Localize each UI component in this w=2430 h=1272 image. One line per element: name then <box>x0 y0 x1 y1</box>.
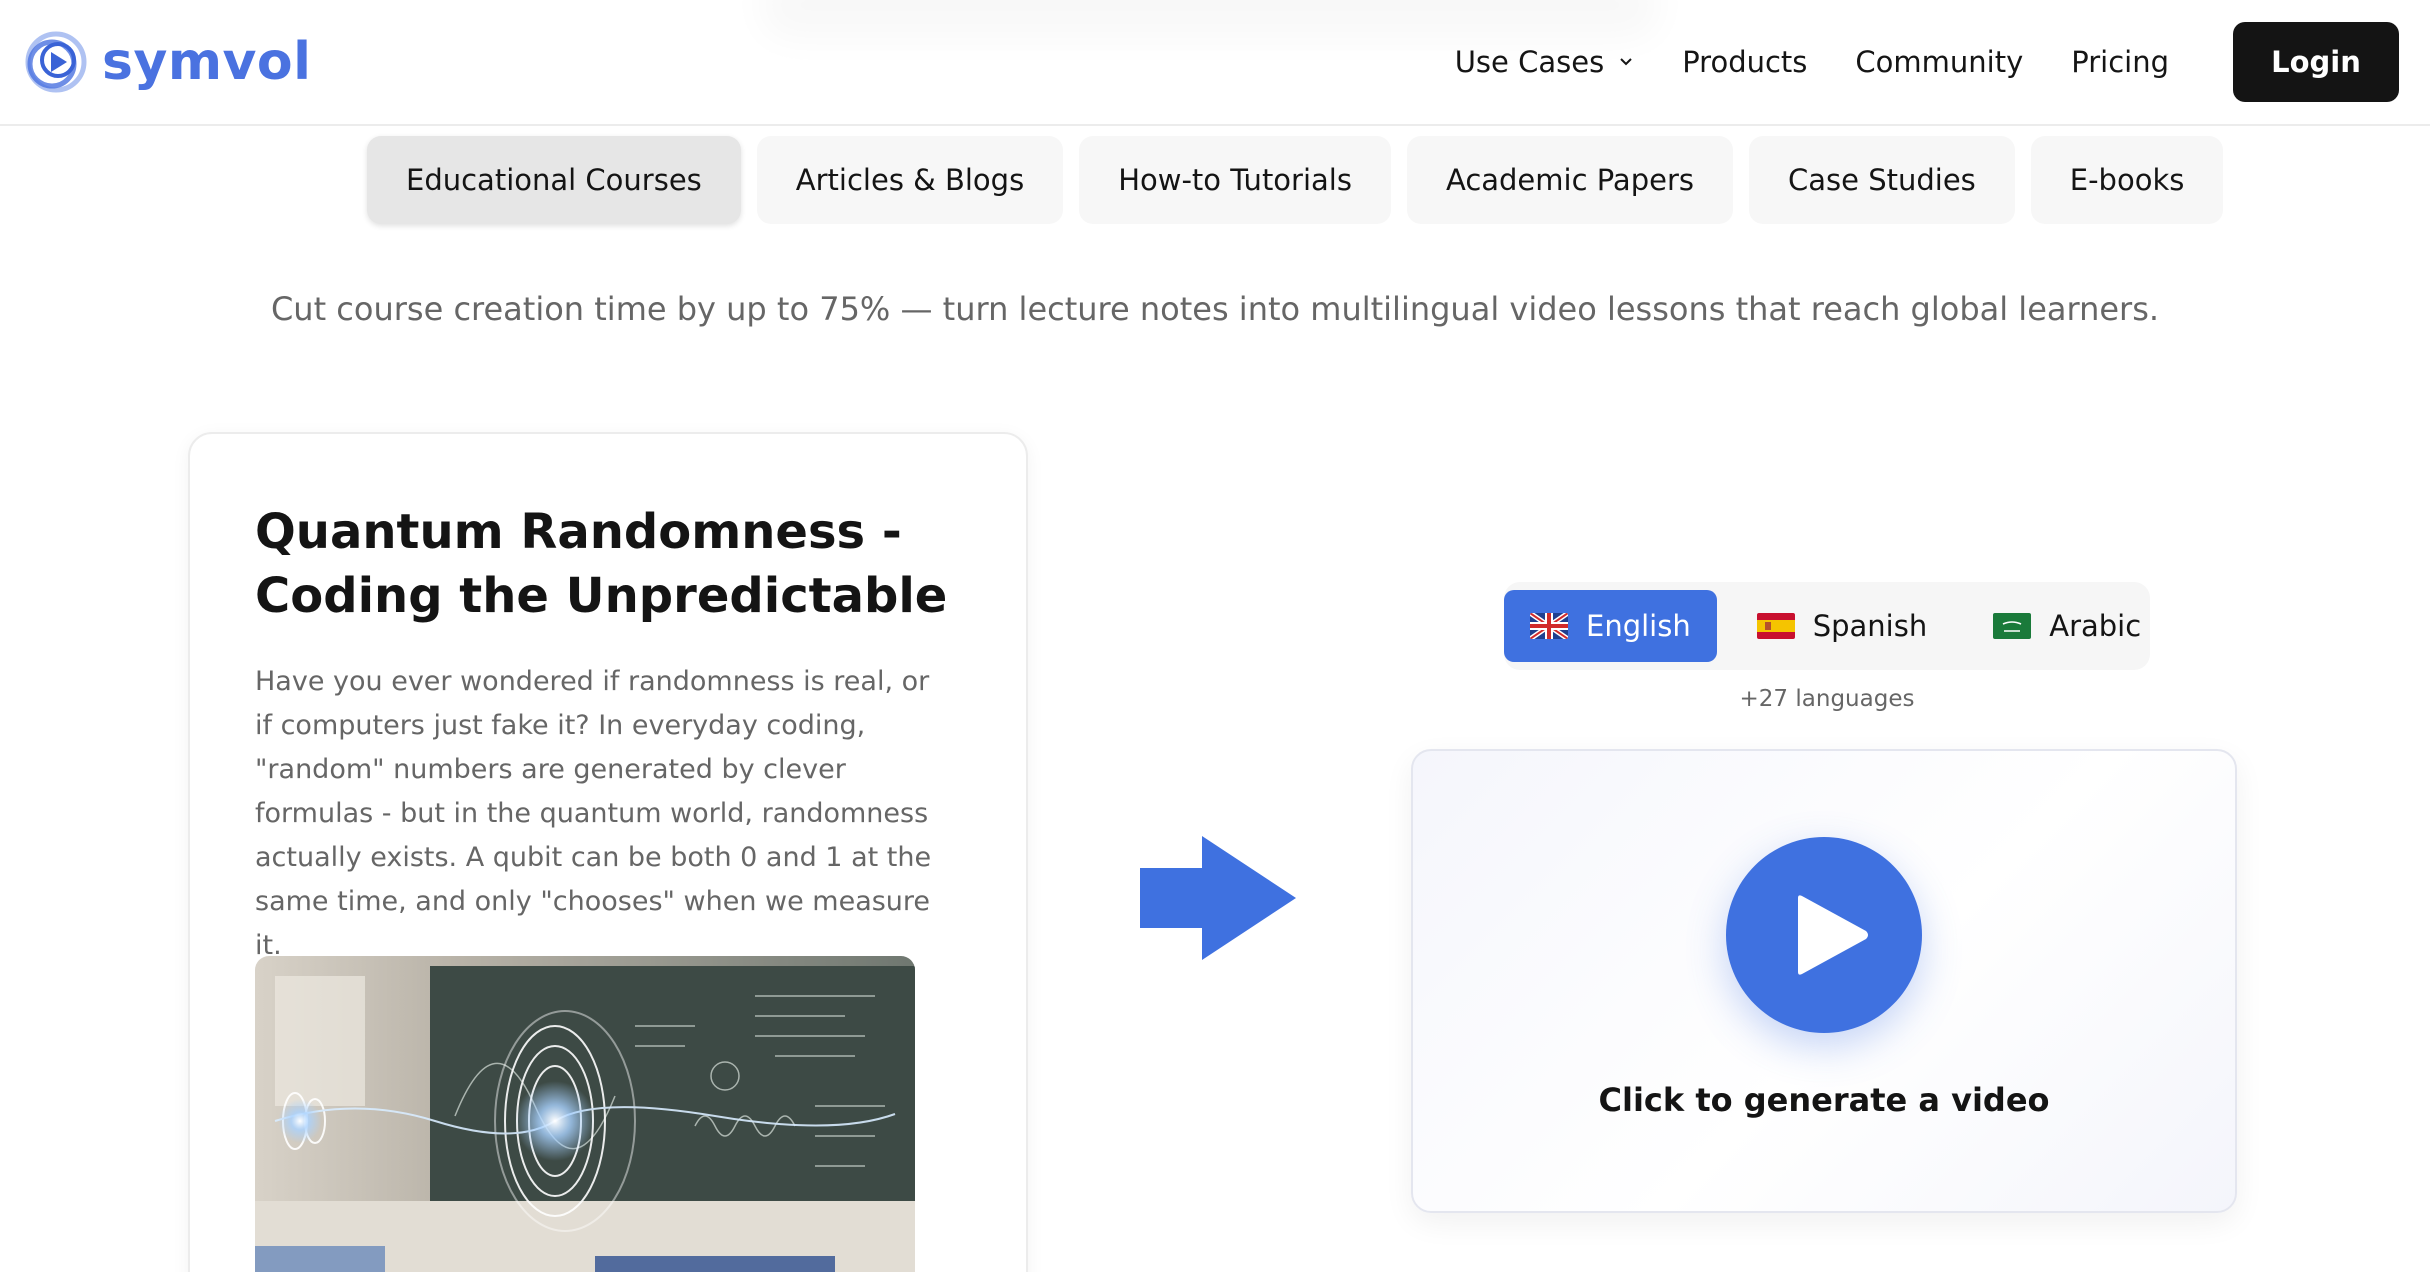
language-option-spanish[interactable]: Spanish <box>1731 590 1954 662</box>
uk-flag-icon <box>1530 613 1568 639</box>
article-title: Quantum Randomness - Coding the Unpredic… <box>255 504 948 624</box>
site-header: symvol Use Cases Products Community Pric… <box>0 0 2430 126</box>
language-label-arabic: Arabic <box>2049 609 2142 643</box>
nav-use-cases[interactable]: Use Cases <box>1455 45 1634 79</box>
symvol-logo-icon <box>25 31 87 93</box>
language-option-english[interactable]: English <box>1504 590 1717 662</box>
login-button[interactable]: Login <box>2233 22 2399 102</box>
nav-pricing[interactable]: Pricing <box>2071 45 2169 79</box>
tab-case-studies[interactable]: Case Studies <box>1749 136 2015 224</box>
nav-products[interactable]: Products <box>1682 45 1807 79</box>
language-label-spanish: Spanish <box>1812 609 1928 643</box>
brand-name: symvol <box>102 32 312 92</box>
tab-e-books[interactable]: E-books <box>2030 136 2224 224</box>
tab-academic-papers[interactable]: Academic Papers <box>1406 136 1733 224</box>
video-generate-card[interactable]: Click to generate a video <box>1411 749 2237 1213</box>
language-switcher: English Spanish Arabic <box>1504 582 2150 670</box>
main-nav: Use Cases Products Community Pricing Log… <box>1455 22 2430 102</box>
saudi-flag-icon <box>1993 613 2032 639</box>
transform-arrow-icon <box>1140 836 1296 960</box>
tab-articles-blogs[interactable]: Articles & Blogs <box>756 136 1064 224</box>
tab-educational-courses[interactable]: Educational Courses <box>367 136 741 224</box>
category-tagline: Cut course creation time by up to 75% — … <box>270 290 2160 328</box>
chevron-down-icon <box>1620 58 1632 66</box>
video-caption: Click to generate a video <box>1598 1081 2050 1119</box>
article-image <box>255 956 915 1272</box>
nav-community[interactable]: Community <box>1855 45 2023 79</box>
category-tabs: Educational Courses Articles & Blogs How… <box>367 136 2224 224</box>
language-option-arabic[interactable]: Arabic <box>1967 590 2167 662</box>
play-button[interactable] <box>1726 837 1922 1033</box>
source-article-card: Quantum Randomness - Coding the Unpredic… <box>188 432 1028 1272</box>
nav-use-cases-label: Use Cases <box>1454 45 1605 79</box>
tab-how-to-tutorials[interactable]: How-to Tutorials <box>1079 136 1391 224</box>
play-icon <box>1798 895 1868 975</box>
article-body: Have you ever wondered if randomness is … <box>255 666 932 961</box>
spain-flag-icon <box>1756 613 1795 639</box>
brand-logo[interactable]: symvol <box>22 26 311 98</box>
more-languages-note: +27 languages <box>1739 686 1915 712</box>
language-label-english: English <box>1586 609 1691 643</box>
